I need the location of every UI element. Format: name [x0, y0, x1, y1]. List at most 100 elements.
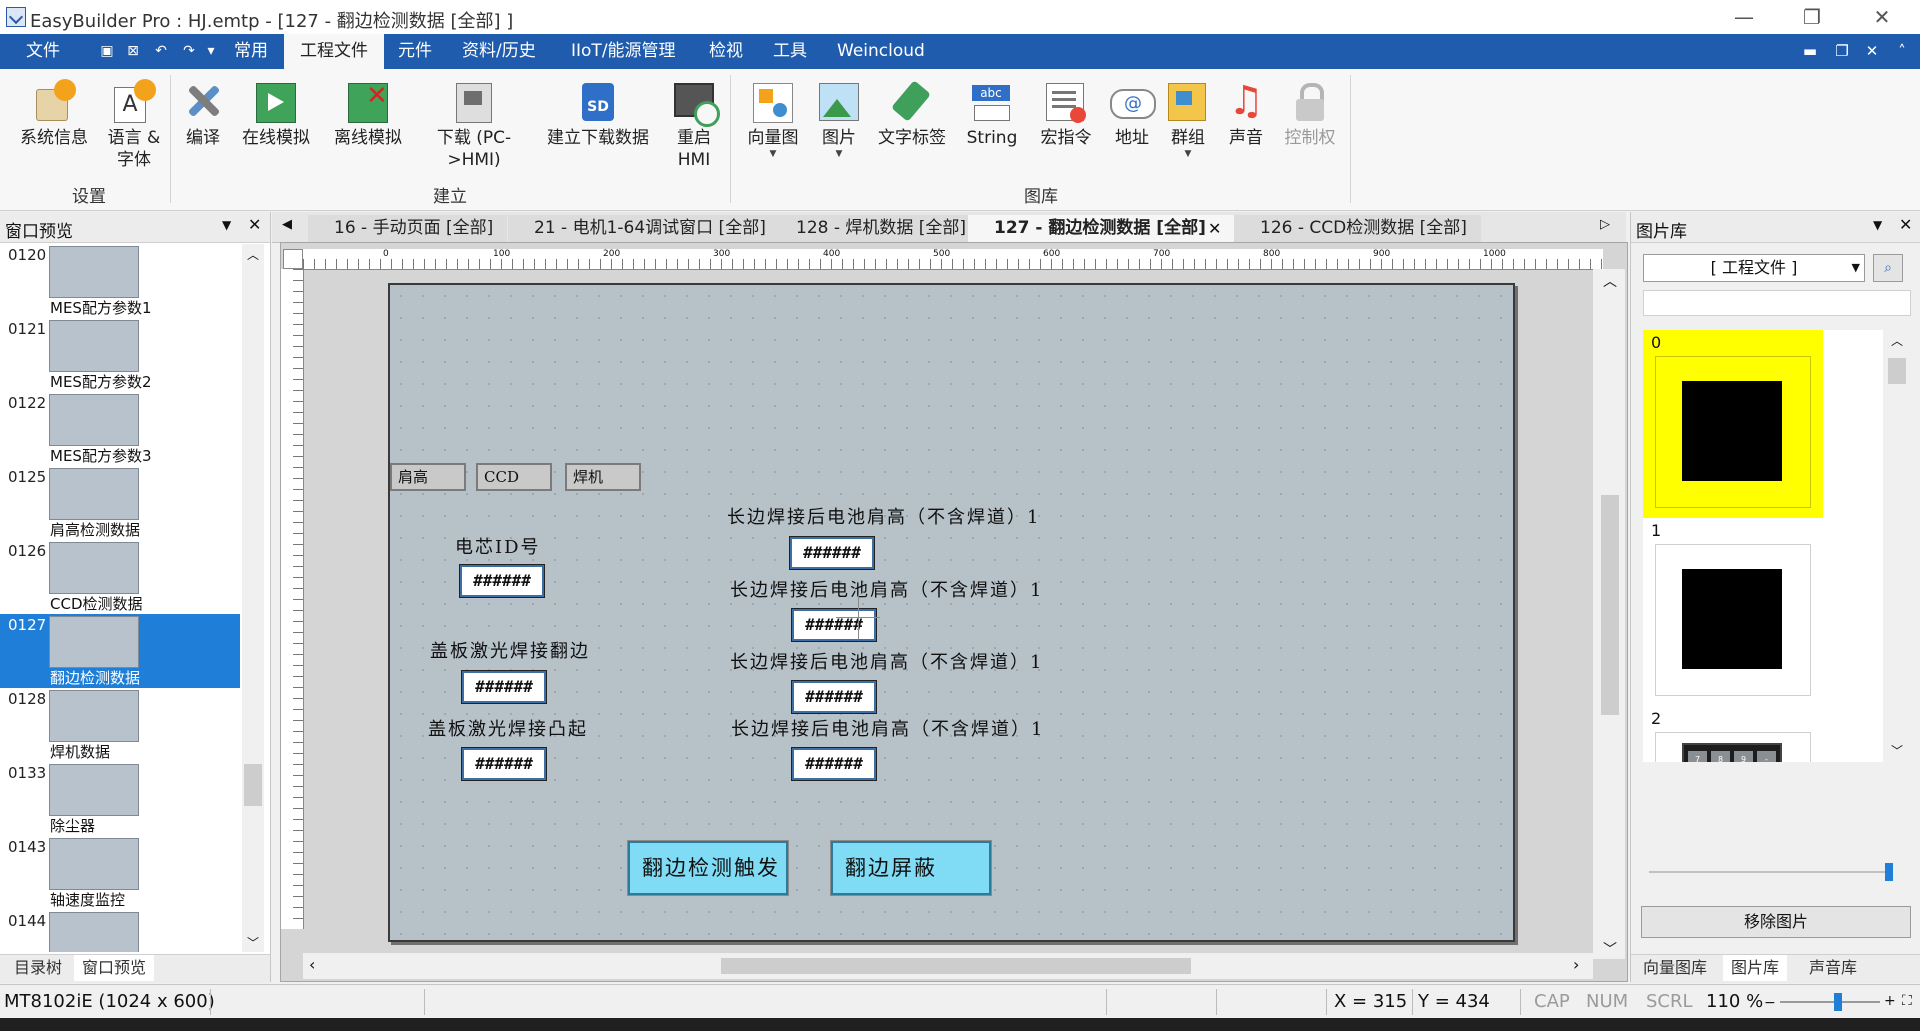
menu-file[interactable]: 文件 [26, 34, 60, 69]
panel-close-icon[interactable]: ✕ [1899, 215, 1912, 234]
list-item[interactable]: 0121 MES配方参数2 [0, 318, 240, 392]
panel-dropdown-icon[interactable]: ▼ [222, 218, 231, 232]
menu-iiot[interactable]: IIoT/能源管理 [571, 34, 676, 69]
tab-window-128[interactable]: 128 - 焊机数据 [全部] [770, 215, 981, 242]
tab-window-126[interactable]: 126 - CCD检测数据 [全部] [1234, 215, 1481, 242]
tab-vector-library[interactable]: 向量图库 [1635, 955, 1715, 981]
hmi-window-canvas[interactable]: 肩高 CCD 焊机 电芯ID号 ###### 盖板激光焊接翻边 ###### 盖… [388, 283, 1515, 942]
tab-picture-library[interactable]: 图片库 [1723, 955, 1788, 981]
undo-icon[interactable]: ↶ [152, 43, 170, 59]
system-info-button[interactable]: 系统信息 [10, 75, 98, 185]
list-item-selected[interactable]: 0127 翻边检测数据 [0, 614, 240, 688]
panel-close-icon[interactable]: ✕ [248, 215, 261, 234]
editor-vertical-scrollbar[interactable]: ︿ ﹀ [1593, 269, 1625, 959]
compile-button[interactable]: 编译 [174, 75, 232, 185]
flange-mask-button[interactable]: 翻边屏蔽 [830, 840, 992, 896]
zoom-out-icon[interactable]: − [1764, 995, 1776, 1011]
nav-button-welder[interactable]: 焊机 [565, 463, 641, 491]
slider-handle[interactable] [1834, 993, 1842, 1011]
shoulder-height-display-2[interactable]: ###### [791, 608, 877, 642]
list-item[interactable]: 0122 MES配方参数3 [0, 392, 240, 466]
save-icon[interactable]: ▣ [98, 43, 116, 59]
picture-item-selected[interactable]: 0 [1643, 330, 1823, 518]
macro-button[interactable]: 宏指令 [1036, 75, 1096, 185]
list-item[interactable]: 0144 [0, 910, 240, 952]
scroll-down-icon[interactable]: ﹀ [247, 934, 259, 951]
list-item[interactable]: 0120 MES配方参数1 [0, 244, 240, 318]
shoulder-height-display-4[interactable]: ###### [791, 747, 877, 781]
language-font-button[interactable]: A 语言 & 字体 [100, 75, 168, 185]
restore-button[interactable]: ❐ [1784, 0, 1840, 34]
vertical-scrollbar[interactable]: ︿ ﹀ [242, 244, 264, 952]
group-button[interactable]: 群组 ▼ [1162, 75, 1214, 185]
list-item[interactable]: 0128 焊机数据 [0, 688, 240, 762]
ribbon-collapse-icon[interactable]: ˄ [1888, 34, 1916, 69]
filter-input[interactable] [1643, 290, 1911, 316]
menu-data-history[interactable]: 资料/历史 [462, 34, 536, 69]
bulge-display[interactable]: ###### [461, 747, 547, 781]
menu-common[interactable]: 常用 [234, 34, 268, 69]
tab-sound-library[interactable]: 声音库 [1801, 955, 1865, 981]
list-item[interactable]: 0125 肩高检测数据 [0, 466, 240, 540]
nav-button-shoulder-height[interactable]: 肩高 [390, 463, 466, 491]
tab-close-icon[interactable]: ✕ [1208, 219, 1221, 238]
flange-display[interactable]: ###### [461, 670, 547, 704]
zoom-fit-icon[interactable]: ⛶ [1902, 993, 1912, 1009]
shoulder-height-display-3[interactable]: ###### [791, 680, 877, 714]
search-icon[interactable]: ⌕ [1873, 254, 1903, 282]
list-item[interactable]: 0143 轴速度监控 [0, 836, 240, 910]
save-as-icon[interactable]: ⊠ [124, 43, 142, 59]
tab-window-preview[interactable]: 窗口预览 [74, 955, 155, 981]
slider-handle[interactable] [1885, 863, 1893, 881]
picture-item[interactable]: 1 [1643, 518, 1823, 706]
scroll-up-icon[interactable]: ︿ [1891, 332, 1903, 349]
scroll-left-icon[interactable]: ‹ [309, 955, 315, 974]
nav-button-ccd[interactable]: CCD [476, 463, 552, 491]
tab-directory-tree[interactable]: 目录树 [6, 955, 70, 981]
menu-project[interactable]: 工程文件 [284, 34, 384, 69]
scroll-thumb[interactable] [721, 958, 1191, 974]
string-button[interactable]: abc String [962, 75, 1022, 185]
size-slider[interactable] [1649, 863, 1893, 881]
download-pc-hmi-button[interactable]: 下载 (PC- >HMI) [428, 75, 520, 185]
remove-picture-button[interactable]: 移除图片 [1641, 906, 1911, 938]
scroll-right-icon[interactable]: › [1573, 955, 1579, 974]
restart-hmi-button[interactable]: 重启 HMI [666, 75, 722, 185]
library-source-select[interactable]: [ 工程文件 ] ▼ [1643, 254, 1865, 282]
minimize-button[interactable]: — [1716, 0, 1772, 34]
menu-object[interactable]: 元件 [398, 34, 432, 69]
menu-tools[interactable]: 工具 [773, 34, 807, 69]
menu-view[interactable]: 检视 [709, 34, 743, 69]
shoulder-height-display-1[interactable]: ###### [789, 536, 875, 570]
scroll-down-icon[interactable]: ﹀ [1603, 939, 1617, 959]
panel-dropdown-icon[interactable]: ▼ [1873, 218, 1882, 232]
picture-item[interactable]: 2 789-456←123Esc0.Enter [1643, 706, 1823, 762]
tab-scroll-right-icon[interactable]: ▷ [1600, 217, 1610, 232]
tab-window-16[interactable]: 16 - 手动页面 [全部] [308, 215, 508, 242]
scroll-thumb[interactable] [244, 764, 262, 806]
mdi-minimize-icon[interactable]: ▬ [1796, 34, 1824, 69]
online-simulation-button[interactable]: 在线模拟 [236, 75, 316, 185]
text-label-button[interactable]: 文字标签 [874, 75, 950, 185]
scroll-down-icon[interactable]: ﹀ [1891, 742, 1903, 759]
scroll-up-icon[interactable]: ︿ [1603, 271, 1617, 291]
zoom-slider[interactable] [1780, 993, 1880, 1011]
tab-window-21[interactable]: 21 - 电机1-64调试窗口 [全部] [508, 215, 780, 242]
mdi-close-icon[interactable]: ✕ [1858, 34, 1886, 69]
flange-detect-trigger-button[interactable]: 翻边检测触发 [627, 840, 789, 896]
qat-dropdown-icon[interactable]: ▾ [202, 43, 220, 59]
scroll-thumb[interactable] [1601, 495, 1619, 715]
sound-button[interactable]: ♫ 声音 [1220, 75, 1272, 185]
scroll-up-icon[interactable]: ︿ [247, 246, 259, 263]
list-item[interactable]: 0133 除尘器 [0, 762, 240, 836]
vector-image-button[interactable]: 向量图 ▼ [742, 75, 804, 185]
redo-icon[interactable]: ↷ [180, 43, 198, 59]
picture-button[interactable]: 图片 ▼ [808, 75, 870, 185]
tab-scroll-left-icon[interactable]: ◀ [282, 217, 292, 232]
mdi-restore-icon[interactable]: ❐ [1828, 34, 1856, 69]
address-button[interactable]: @ 地址 [1106, 75, 1158, 185]
close-button[interactable]: ✕ [1854, 0, 1910, 34]
control-right-button[interactable]: 控制权 [1280, 75, 1340, 185]
zoom-in-icon[interactable]: + [1884, 993, 1896, 1009]
editor-horizontal-scrollbar[interactable]: ‹ › [303, 953, 1593, 979]
